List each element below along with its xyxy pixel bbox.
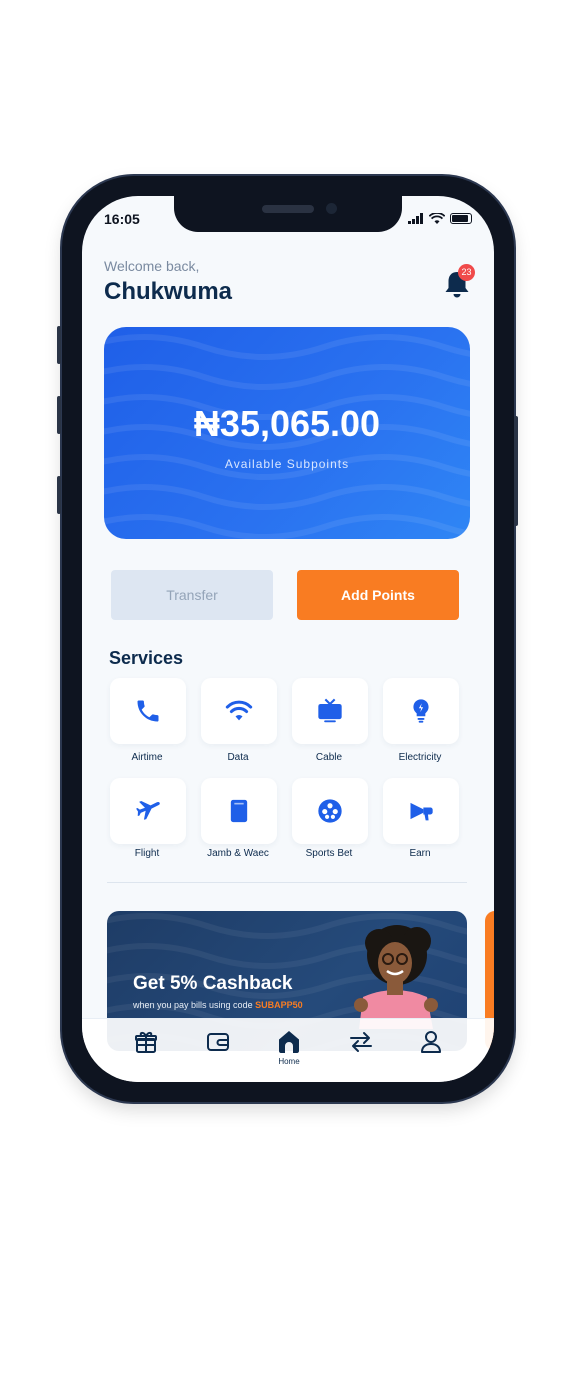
- service-data[interactable]: [201, 678, 277, 744]
- service-flight[interactable]: [110, 778, 186, 844]
- service-sports-bet[interactable]: [292, 778, 368, 844]
- tab-home[interactable]: Home: [269, 1029, 309, 1066]
- divider: [107, 882, 467, 883]
- promo-subtitle: when you pay bills using code SUBAPP50: [133, 1000, 303, 1010]
- status-time: 16:05: [104, 211, 140, 227]
- tab-wallet[interactable]: [198, 1029, 238, 1055]
- service-cable[interactable]: [292, 678, 368, 744]
- tab-rewards[interactable]: [126, 1029, 166, 1055]
- tab-transfer[interactable]: [341, 1029, 381, 1055]
- battery-icon: [450, 213, 472, 224]
- service-label-data: Data: [227, 752, 249, 763]
- notch: [174, 196, 402, 232]
- username: Chukwuma: [104, 278, 233, 305]
- profile-icon: [421, 1031, 441, 1053]
- service-label-earn: Earn: [409, 848, 431, 859]
- gift-icon: [135, 1032, 157, 1053]
- promo-person-image: [354, 925, 438, 1029]
- wifi-status-icon: [429, 213, 445, 224]
- add-points-button[interactable]: Add Points: [297, 570, 459, 620]
- home-icon: [279, 1031, 299, 1053]
- tab-profile[interactable]: [411, 1029, 451, 1055]
- service-label-cable: Cable: [315, 752, 343, 763]
- promo-title: Get 5% Cashback: [133, 973, 293, 994]
- notification-badge: 23: [458, 264, 475, 281]
- cellular-signal-icon: [408, 213, 423, 224]
- airplane-icon: [136, 800, 160, 820]
- service-jamb-waec[interactable]: [201, 778, 277, 844]
- service-label-airtime: Airtime: [131, 752, 163, 763]
- app-screen: 16:05 Welcome back, Chukwuma 23 ₦35,065.…: [82, 196, 494, 1082]
- promo-subtitle-text: when you pay bills using code: [133, 1000, 253, 1010]
- service-airtime[interactable]: [110, 678, 186, 744]
- service-label-electricity: Electricity: [398, 752, 442, 763]
- status-icons: [408, 213, 472, 224]
- transfer-button[interactable]: Transfer: [111, 570, 273, 620]
- lightbulb-icon: [413, 699, 429, 723]
- service-earn[interactable]: [383, 778, 459, 844]
- book-icon: [230, 799, 248, 823]
- front-camera: [326, 203, 337, 214]
- service-label-flight: Flight: [134, 848, 160, 859]
- wifi-icon: [225, 700, 253, 721]
- phone-icon: [137, 700, 159, 722]
- notifications-button[interactable]: 23: [442, 264, 475, 302]
- tv-icon: [318, 698, 342, 723]
- service-label-jamb-waec: Jamb & Waec: [207, 848, 269, 859]
- megaphone-icon: [410, 802, 433, 821]
- soccer-ball-icon: [318, 799, 342, 823]
- transfer-arrows-icon: [350, 1032, 372, 1052]
- service-label-sports-bet: Sports Bet: [305, 848, 353, 859]
- promo-code: SUBAPP50: [255, 1000, 303, 1010]
- balance-card: ₦35,065.00 Available Subpoints: [104, 327, 470, 539]
- balance-label: Available Subpoints: [224, 457, 350, 471]
- wallet-icon: [207, 1033, 229, 1051]
- bottom-tab-bar: Home: [82, 1018, 494, 1082]
- service-electricity[interactable]: [383, 678, 459, 744]
- greeting: Welcome back,: [104, 258, 200, 274]
- balance-amount: ₦35,065.00: [193, 403, 381, 444]
- tab-home-label: Home: [278, 1057, 300, 1066]
- services-title: Services: [109, 648, 184, 668]
- speaker: [262, 205, 314, 213]
